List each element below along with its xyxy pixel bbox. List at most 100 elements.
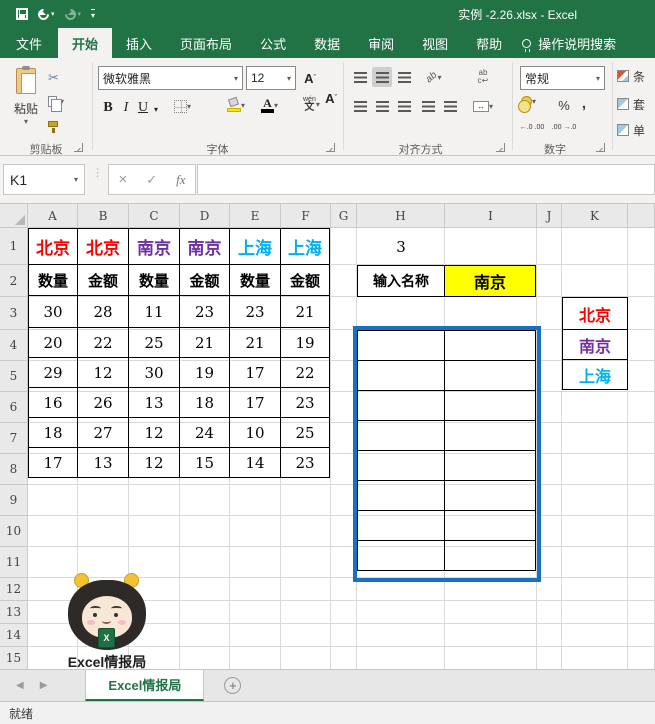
cell-data-r6c2[interactable]: 26 [78, 388, 129, 418]
new-sheet-button[interactable]: + [224, 677, 241, 694]
column-header-B[interactable]: B [78, 204, 129, 228]
cell-I11[interactable] [445, 541, 536, 571]
row-header-7[interactable]: 7 [0, 423, 28, 454]
cell-data-r7c6[interactable]: 25 [281, 418, 330, 448]
cell-data-r5c6[interactable]: 22 [281, 358, 330, 388]
column-header-F[interactable]: F [281, 204, 331, 228]
cell-data-r8c1[interactable]: 17 [29, 448, 78, 478]
cell-I2-input-value[interactable]: 南京 [445, 266, 536, 297]
cell-I7[interactable] [445, 421, 536, 451]
row-header-15[interactable]: 15 [0, 647, 28, 669]
font-dialog-launcher[interactable] [326, 143, 335, 152]
number-dialog-launcher[interactable] [596, 143, 605, 152]
cancel-icon[interactable]: × [118, 171, 127, 188]
cell-data-r8c3[interactable]: 12 [129, 448, 180, 478]
cell-data-r4c4[interactable]: 21 [180, 328, 230, 358]
clipboard-dialog-launcher[interactable] [74, 143, 83, 152]
cell-label-row2-col1[interactable]: 数量 [29, 265, 78, 296]
conditional-formatting-button[interactable]: 条 [617, 68, 655, 84]
align-right-button[interactable] [394, 96, 414, 116]
tab-file[interactable]: 文件 [0, 28, 58, 58]
cell-data-r7c2[interactable]: 27 [78, 418, 129, 448]
cell-data-r7c5[interactable]: 10 [230, 418, 281, 448]
wrap-text-button[interactable]: abc↩ [470, 67, 496, 87]
cell-data-r7c3[interactable]: 12 [129, 418, 180, 448]
cell-city-row1-col5[interactable]: 上海 [230, 229, 281, 265]
cell-H8[interactable] [358, 451, 445, 481]
alignment-dialog-launcher[interactable] [496, 143, 505, 152]
fill-color-button[interactable]: ▾ [227, 98, 245, 112]
phonetic-guide-button[interactable]: wén文▾ [303, 96, 320, 113]
cell-city-row1-col1[interactable]: 北京 [29, 229, 78, 265]
decrease-font-size-button[interactable]: Aˇ [322, 88, 340, 108]
cell-data-r4c1[interactable]: 20 [29, 328, 78, 358]
insert-function-icon[interactable]: fx [176, 172, 185, 188]
tell-me-search[interactable]: 操作说明搜索 [522, 28, 616, 58]
cell-label-row2-col4[interactable]: 金额 [180, 265, 230, 296]
tab-help[interactable]: 帮助 [462, 28, 516, 58]
underline-caret-icon[interactable]: ▾ [151, 100, 161, 118]
row-header-8[interactable]: 8 [0, 454, 28, 485]
cell-label-row2-col6[interactable]: 金额 [281, 265, 330, 296]
tab-formulas[interactable]: 公式 [246, 28, 300, 58]
cell-I10[interactable] [445, 511, 536, 541]
cell-data-r8c2[interactable]: 13 [78, 448, 129, 478]
row-header-11[interactable]: 11 [0, 547, 28, 578]
cell-data-r5c4[interactable]: 19 [180, 358, 230, 388]
column-header-J[interactable]: J [537, 204, 562, 228]
column-header-I[interactable]: I [445, 204, 537, 228]
cell-K3-legend[interactable]: 北京 [563, 298, 628, 330]
column-header-H[interactable]: H [357, 204, 445, 228]
cell-data-r3c2[interactable]: 28 [78, 296, 129, 328]
align-middle-button[interactable] [372, 67, 392, 87]
format-as-table-button[interactable]: 套 [617, 96, 655, 112]
cell-data-r5c5[interactable]: 17 [230, 358, 281, 388]
increase-indent-button[interactable] [440, 96, 460, 116]
tab-review[interactable]: 审阅 [354, 28, 408, 58]
cell-data-r4c5[interactable]: 21 [230, 328, 281, 358]
cell-data-r3c6[interactable]: 21 [281, 296, 330, 328]
row-header-6[interactable]: 6 [0, 392, 28, 423]
font-size-combobox[interactable]: 12▾ [246, 66, 296, 90]
cell-data-r7c1[interactable]: 18 [29, 418, 78, 448]
font-name-combobox[interactable]: 微软雅黑▾ [98, 66, 243, 90]
customize-qat-button[interactable]: ▾ [91, 9, 95, 20]
row-header-12[interactable]: 12 [0, 578, 28, 601]
column-header-D[interactable]: D [180, 204, 230, 228]
cell-data-r3c5[interactable]: 23 [230, 296, 281, 328]
comma-style-button[interactable]: , [578, 94, 590, 112]
cell-K4-legend[interactable]: 南京 [563, 330, 628, 360]
decrease-decimal-button[interactable]: .00 →.0 [550, 120, 578, 136]
row-header-1[interactable]: 1 [0, 228, 28, 265]
font-color-button[interactable]: A▾ [261, 98, 278, 113]
row-header-13[interactable]: 13 [0, 601, 28, 624]
formula-bar-grip[interactable]: ⋮ [92, 170, 103, 176]
cell-data-r3c1[interactable]: 30 [29, 296, 78, 328]
sheet-tab-active[interactable]: Excel情报局 [85, 670, 204, 701]
cell-city-row1-col2[interactable]: 北京 [78, 229, 129, 265]
next-sheet-button[interactable]: ▶ [40, 680, 48, 691]
cell-data-r8c5[interactable]: 14 [230, 448, 281, 478]
cell-I8[interactable] [445, 451, 536, 481]
cell-label-row2-col2[interactable]: 金额 [78, 265, 129, 296]
percent-style-button[interactable]: % [556, 96, 572, 114]
tab-data[interactable]: 数据 [300, 28, 354, 58]
cell-data-r5c3[interactable]: 30 [129, 358, 180, 388]
enter-icon[interactable]: ✓ [146, 172, 157, 188]
formula-input[interactable] [197, 164, 655, 195]
align-center-button[interactable] [372, 96, 392, 116]
row-header-3[interactable]: 3 [0, 297, 28, 330]
increase-font-size-button[interactable]: Aˆ [301, 68, 319, 88]
cell-label-row2-col3[interactable]: 数量 [129, 265, 180, 296]
cell-H6[interactable] [358, 391, 445, 421]
borders-button[interactable]: ▾ [174, 100, 191, 113]
cell-H9[interactable] [358, 481, 445, 511]
merge-center-button[interactable]: ↔▾ [466, 96, 500, 116]
cell-H7[interactable] [358, 421, 445, 451]
cell-city-row1-col3[interactable]: 南京 [129, 229, 180, 265]
tab-insert[interactable]: 插入 [112, 28, 166, 58]
column-header-G[interactable]: G [331, 204, 357, 228]
row-header-5[interactable]: 5 [0, 361, 28, 392]
cell-H10[interactable] [358, 511, 445, 541]
cell-data-r5c2[interactable]: 12 [78, 358, 129, 388]
